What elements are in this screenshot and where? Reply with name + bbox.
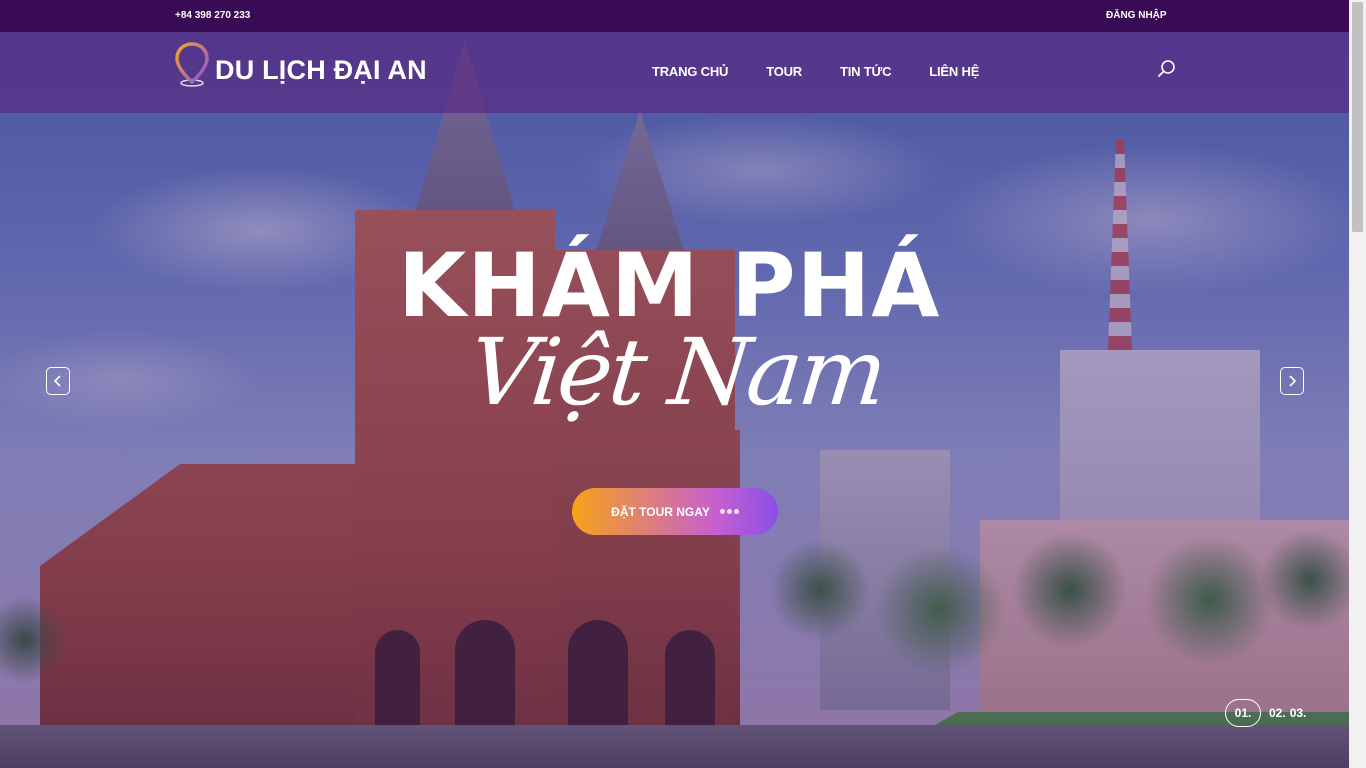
slider-next-button[interactable] bbox=[1280, 367, 1304, 395]
site-logo[interactable]: DU LỊCH ĐẠI AN bbox=[175, 42, 427, 88]
top-bar: +84 398 270 233 ĐĂNG NHẬP bbox=[0, 0, 1349, 32]
book-tour-label: ĐẶT TOUR NGAY bbox=[611, 504, 710, 519]
brand-name: DU LỊCH ĐẠI AN bbox=[215, 54, 427, 85]
hero-script-title: Việt Nam bbox=[464, 319, 890, 426]
chevron-left-icon bbox=[53, 375, 61, 387]
map-pin-icon bbox=[175, 42, 209, 87]
login-link[interactable]: ĐĂNG NHẬP bbox=[1106, 10, 1167, 21]
phone-number: +84 398 270 233 bbox=[175, 10, 251, 21]
nav-item-tour[interactable]: TOUR bbox=[766, 64, 802, 79]
slide-page-3[interactable]: 03. bbox=[1290, 706, 1307, 720]
book-tour-button[interactable]: ĐẶT TOUR NGAY bbox=[572, 488, 778, 535]
scrollbar-thumb[interactable] bbox=[1352, 2, 1363, 232]
search-icon bbox=[1158, 60, 1175, 77]
nav-item-news[interactable]: TIN TỨC bbox=[840, 64, 891, 79]
slide-page-1[interactable]: 01. bbox=[1225, 699, 1261, 727]
slider-pagination: 01. 02. 03. bbox=[1225, 699, 1310, 727]
slider-prev-button[interactable] bbox=[46, 367, 70, 395]
chevron-right-icon bbox=[1289, 375, 1297, 387]
search-button[interactable] bbox=[1156, 58, 1178, 80]
slide-page-2[interactable]: 02. bbox=[1269, 706, 1286, 720]
dots-icon bbox=[718, 509, 739, 514]
site-header: DU LỊCH ĐẠI AN TRANG CHỦ TOUR TIN TỨC LI… bbox=[0, 32, 1349, 113]
nav-item-contact[interactable]: LIÊN HỆ bbox=[929, 64, 979, 79]
nav-item-home[interactable]: TRANG CHỦ bbox=[652, 64, 728, 79]
main-nav: TRANG CHỦ TOUR TIN TỨC LIÊN HỆ bbox=[652, 64, 1017, 79]
